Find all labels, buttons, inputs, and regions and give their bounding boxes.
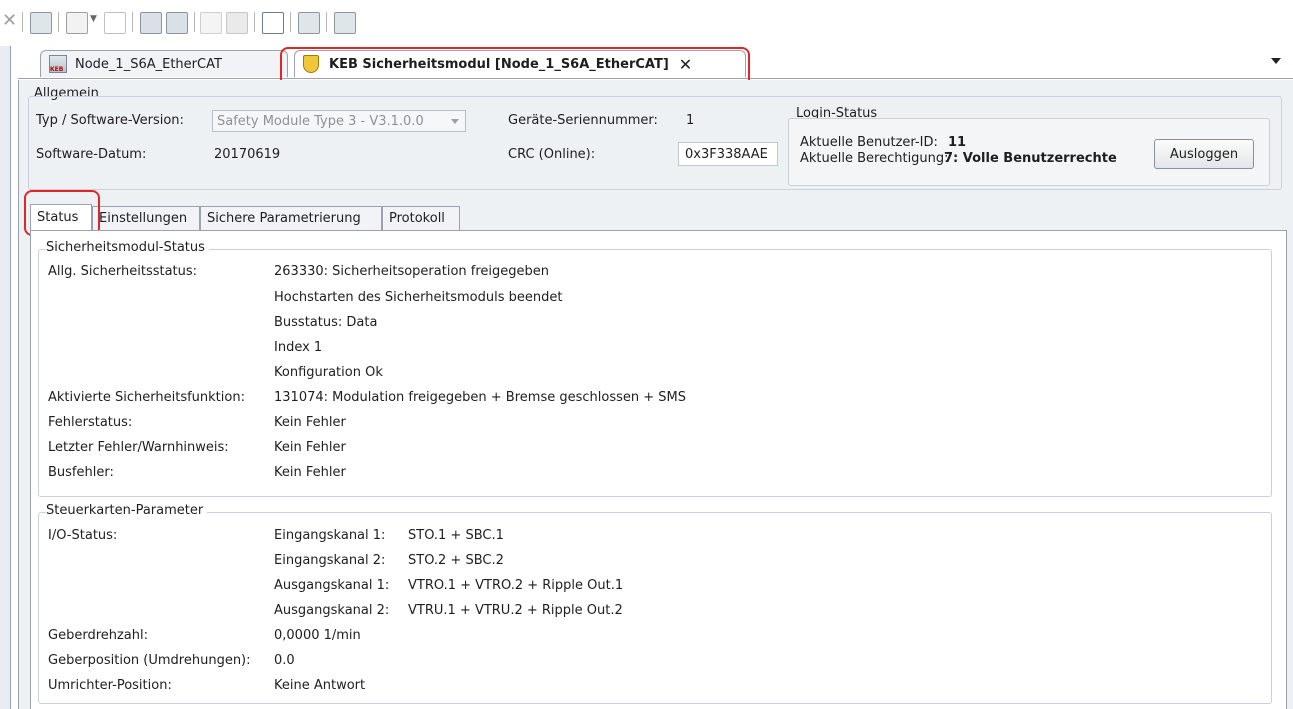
- tab-sichere-parametrierung[interactable]: Sichere Parametrierung: [200, 206, 382, 230]
- software-version-select[interactable]: Safety Module Type 3 - V3.1.0.0: [212, 110, 466, 132]
- permission-label: Aktuelle Berechtigung:: [800, 151, 949, 166]
- row-label: Letzter Fehler/Warnhinweis:: [48, 440, 229, 455]
- toolbar-separator: [22, 12, 23, 32]
- channel-value: STO.1 + SBC.1: [408, 528, 504, 543]
- channel-value: VTRU.1 + VTRU.2 + Ripple Out.2: [408, 603, 623, 618]
- keb-add-icon[interactable]: [166, 12, 188, 34]
- chevron-down-icon[interactable]: ▼: [90, 14, 97, 24]
- row-label: Allg. Sicherheitsstatus:: [48, 264, 198, 279]
- tab-label: Sichere Parametrierung: [207, 211, 361, 226]
- toolbar: ✕ ▼: [0, 0, 1293, 46]
- inverter-label: Umrichter-Position:: [48, 678, 172, 693]
- keb-network-icon[interactable]: [334, 12, 356, 34]
- channel-name: Eingangskanal 1:: [274, 528, 386, 543]
- toolbar-separator: [290, 12, 291, 32]
- tab-label: Einstellungen: [99, 211, 188, 226]
- keb-connect-icon[interactable]: [140, 12, 162, 34]
- tab-node-ethercat[interactable]: Node_1_S6A_EtherCAT: [40, 50, 288, 77]
- software-version-value: Safety Module Type 3 - V3.1.0.0: [217, 113, 424, 129]
- control-card-group: [38, 512, 1272, 704]
- io-status-label: I/O-Status:: [48, 528, 118, 543]
- keb-list-icon[interactable]: [298, 12, 320, 34]
- chevron-down-icon: [451, 119, 459, 124]
- crc-label: CRC (Online):: [508, 147, 596, 162]
- close-icon[interactable]: ✕: [2, 10, 17, 31]
- speed-value: 0,0000 1/min: [274, 628, 361, 643]
- row-value: 131074: Modulation freigegeben + Bremse …: [274, 390, 686, 405]
- new-icon[interactable]: [66, 12, 88, 34]
- pen-icon[interactable]: [200, 12, 222, 34]
- serial-label: Geräte-Seriennummer:: [508, 113, 658, 128]
- tab-label: Protokoll: [389, 211, 445, 226]
- row-label: Aktivierte Sicherheitsfunktion:: [48, 390, 245, 405]
- serial-value: 1: [686, 113, 695, 128]
- row-value: Hochstarten des Sicherheitsmoduls beende…: [274, 290, 563, 305]
- date-label: Software-Datum:: [36, 147, 147, 162]
- row-value: Kein Fehler: [274, 415, 346, 430]
- type-label: Typ / Software-Version:: [36, 113, 184, 128]
- chart-icon[interactable]: [262, 12, 284, 34]
- control-card-title: Steuerkarten-Parameter: [46, 503, 208, 518]
- row-value: Kein Fehler: [274, 440, 346, 455]
- toolbar-separator: [132, 12, 133, 32]
- position-label: Geberposition (Umdrehungen):: [48, 653, 251, 668]
- date-value: 20170619: [214, 147, 281, 162]
- row-label: Fehlerstatus:: [48, 415, 133, 430]
- row-value: Index 1: [274, 340, 323, 355]
- channel-name: Eingangskanal 2:: [274, 553, 386, 568]
- channel-value: STO.2 + SBC.2: [408, 553, 504, 568]
- row-value: Busstatus: Data: [274, 315, 378, 330]
- toolbar-separator: [58, 12, 59, 32]
- copy-icon[interactable]: [226, 12, 248, 34]
- safety-status-title: Sicherheitsmodul-Status: [46, 240, 209, 255]
- row-value: Kein Fehler: [274, 465, 346, 480]
- logout-button[interactable]: Ausloggen: [1154, 139, 1254, 169]
- toolbar-separator: [326, 12, 327, 32]
- user-id-label: Aktuelle Benutzer-ID:: [800, 135, 938, 150]
- toolbar-separator: [194, 12, 195, 32]
- row-value: Konfiguration Ok: [274, 365, 383, 380]
- position-value: 0.0: [274, 653, 295, 668]
- safety-status-group: [38, 249, 1272, 497]
- left-panel-edge: [0, 46, 11, 709]
- logout-button-label: Ausloggen: [1169, 146, 1239, 162]
- tab-list-dropdown-icon[interactable]: [1271, 58, 1281, 64]
- crc-value: 0x3F338AAE: [685, 146, 768, 162]
- open-icon[interactable]: [104, 12, 126, 34]
- tab-protokoll[interactable]: Protokoll: [382, 206, 460, 230]
- user-id-value: 11: [948, 135, 967, 150]
- speed-label: Geberdrehzahl:: [48, 628, 149, 643]
- row-label: Busfehler:: [48, 465, 114, 480]
- inverter-value: Keine Antwort: [274, 678, 366, 693]
- tab-einstellungen[interactable]: Einstellungen: [92, 206, 200, 230]
- keb-device-icon: [49, 55, 67, 73]
- channel-name: Ausgangskanal 2:: [274, 603, 390, 618]
- permission-value: 7: Volle Benutzerrechte: [944, 151, 1117, 166]
- keb-device-icon[interactable]: [30, 12, 52, 34]
- toolbar-separator: [254, 12, 255, 32]
- row-value: 263330: Sicherheitsoperation freigegeben: [274, 264, 550, 279]
- channel-value: VTRO.1 + VTRO.2 + Ripple Out.1: [408, 578, 624, 593]
- channel-name: Ausgangskanal 1:: [274, 578, 390, 593]
- crc-field: 0x3F338AAE: [678, 142, 778, 166]
- tab-label: Node_1_S6A_EtherCAT: [75, 56, 222, 72]
